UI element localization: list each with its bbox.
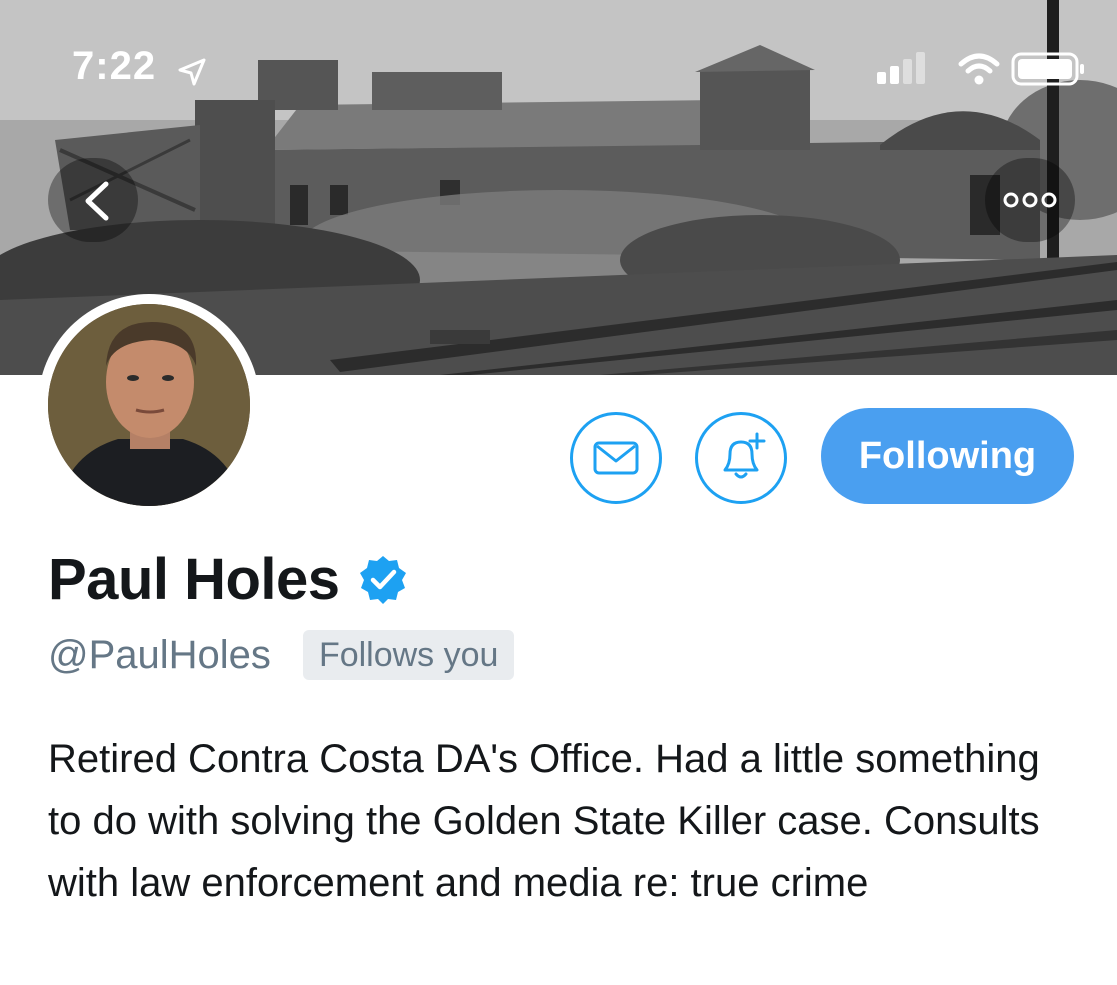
battery-icon xyxy=(1011,52,1084,86)
mail-icon xyxy=(593,441,639,475)
verified-badge-icon xyxy=(359,556,406,604)
profile-name: Paul Holes xyxy=(48,546,340,612)
notifications-button[interactable] xyxy=(695,412,787,504)
chevron-left-icon xyxy=(85,181,109,221)
message-button[interactable] xyxy=(570,412,662,504)
location-arrow-icon xyxy=(178,58,206,86)
profile-name-row: Paul Holes xyxy=(48,544,408,614)
profile-avatar[interactable] xyxy=(38,294,260,516)
back-button[interactable] xyxy=(48,158,138,242)
follows-you-badge: Follows you xyxy=(302,630,515,680)
cellular-signal-icon xyxy=(877,52,925,84)
profile-bio: Retired Contra Costa DA's Office. Had a … xyxy=(48,737,1040,905)
status-bar-time: 7:22 xyxy=(72,44,157,88)
profile-handle: @PaulHoles xyxy=(48,632,271,677)
profile-handle-row: @PaulHoles Follows you xyxy=(48,630,515,680)
status-bar-indicators xyxy=(877,50,1087,86)
wifi-icon xyxy=(958,53,1000,85)
following-button[interactable]: Following xyxy=(821,408,1074,504)
more-options-button[interactable] xyxy=(985,158,1075,242)
bell-plus-icon xyxy=(723,432,766,479)
more-options-icon xyxy=(1003,192,1057,208)
avatar-photo xyxy=(48,304,250,506)
